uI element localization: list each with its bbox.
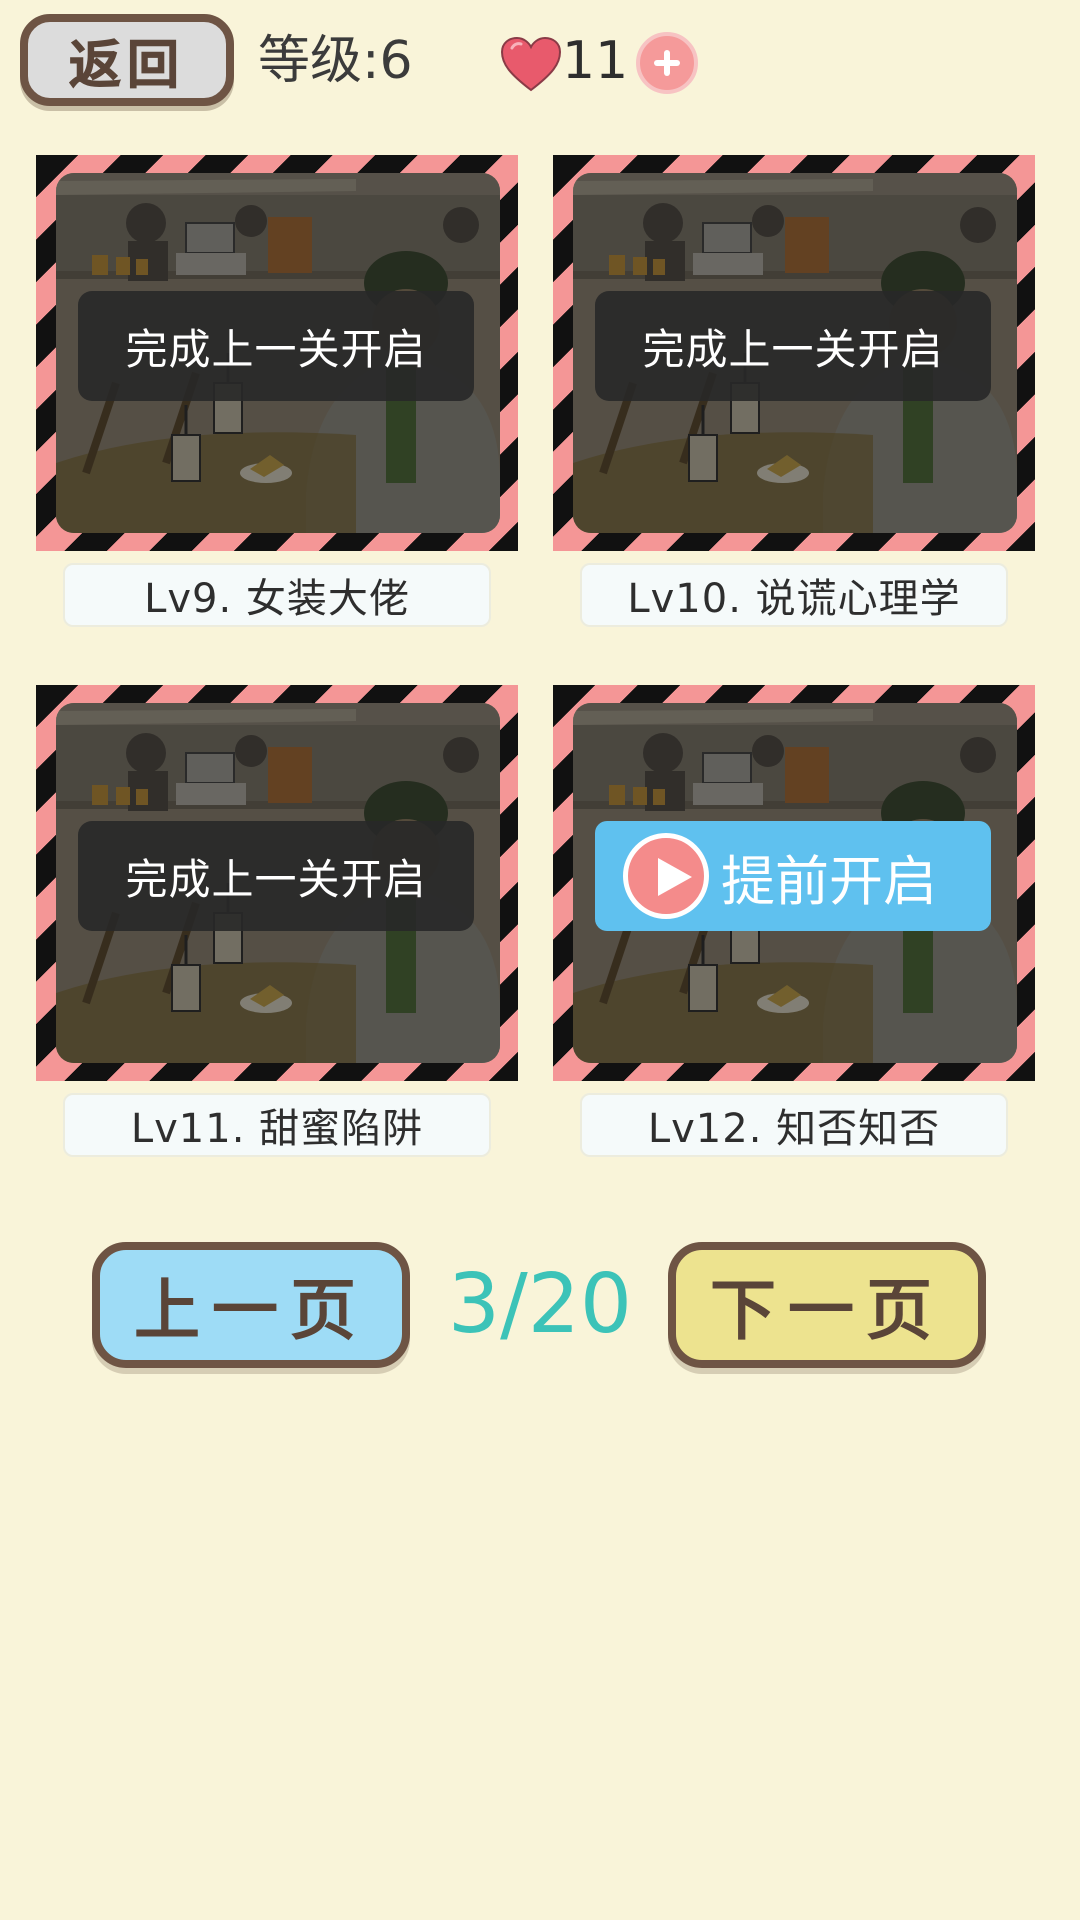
hearts-count: 11 [562, 31, 629, 91]
next-page-button[interactable]: 下一页 [668, 1242, 986, 1368]
locked-message: 完成上一关开启 [595, 291, 991, 401]
locked-message: 完成上一关开启 [78, 821, 474, 931]
card-frame: 提前开启 [553, 685, 1035, 1081]
card-frame: 完成上一关开启 [36, 685, 518, 1081]
locked-message: 完成上一关开启 [78, 291, 474, 401]
prev-page-button[interactable]: 上一页 [92, 1242, 410, 1368]
page-indicator: 3/20 [447, 1257, 633, 1352]
unlock-early-label: 提前开启 [721, 849, 937, 913]
play-video-icon [623, 833, 709, 919]
card-preview: 完成上一关开启 [56, 173, 500, 533]
level-title: Lv12. 知否知否 [580, 1093, 1008, 1157]
back-button[interactable]: 返回 [20, 14, 234, 106]
heart-icon [500, 36, 562, 92]
card-preview: 完成上一关开启 [56, 703, 500, 1063]
level-title: Lv10. 说谎心理学 [580, 563, 1008, 627]
card-preview: 提前开启 [573, 703, 1017, 1063]
card-preview: 完成上一关开启 [573, 173, 1017, 533]
add-hearts-button[interactable] [636, 32, 698, 94]
level-card-10[interactable]: 完成上一关开启 Lv10. 说谎心理学 [553, 155, 1035, 627]
level-card-9[interactable]: 完成上一关开启 Lv9. 女装大佬 [36, 155, 518, 627]
level-title: Lv11. 甜蜜陷阱 [63, 1093, 491, 1157]
unlock-early-button[interactable]: 提前开启 [595, 821, 991, 931]
level-card-11[interactable]: 完成上一关开启 Lv11. 甜蜜陷阱 [36, 685, 518, 1157]
player-level: 等级:6 [258, 31, 413, 91]
card-frame: 完成上一关开启 [36, 155, 518, 551]
level-card-12[interactable]: 提前开启 Lv12. 知否知否 [553, 685, 1035, 1157]
card-frame: 完成上一关开启 [553, 155, 1035, 551]
level-title: Lv9. 女装大佬 [63, 563, 491, 627]
